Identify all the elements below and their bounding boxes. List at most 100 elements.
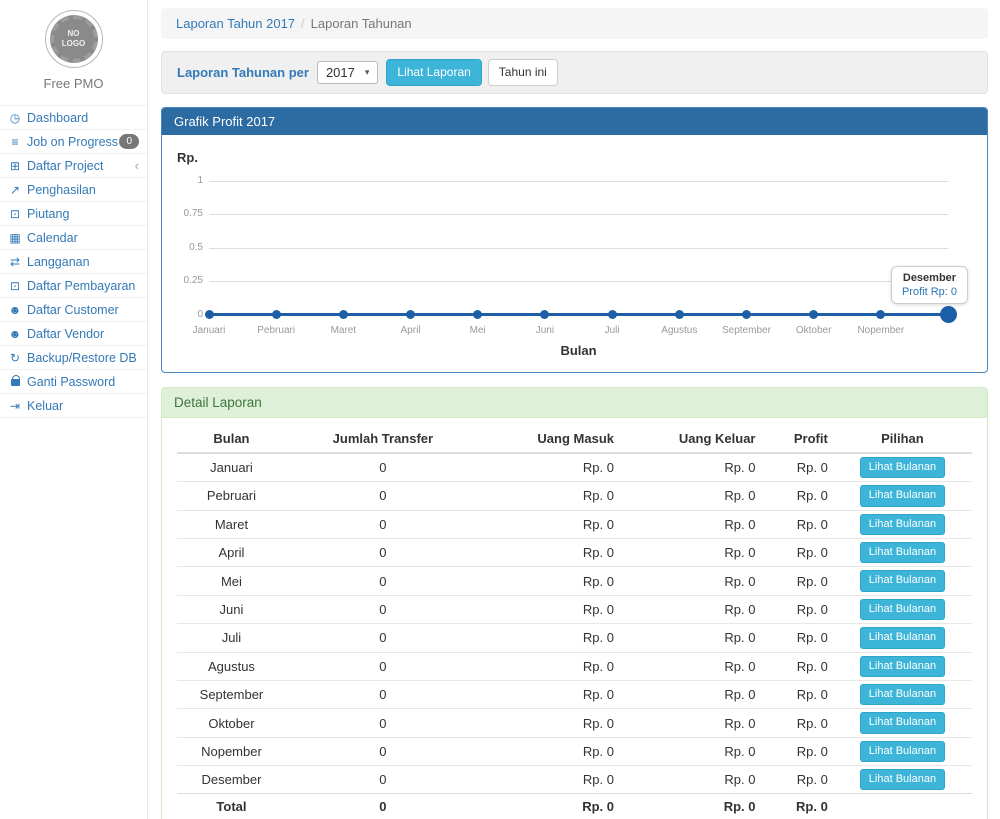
total-empty-cell (833, 794, 972, 819)
data-point-desember[interactable] (940, 306, 957, 323)
table-row-januari: Januari0Rp. 0Rp. 0Rp. 0Lihat Bulanan (177, 453, 972, 482)
sidebar-item-daftar-pembayaran[interactable]: ⊡Daftar Pembayaran (0, 274, 147, 298)
sign-out-icon: ⇥ (7, 399, 23, 413)
chart-tooltip-month: Desember (902, 272, 957, 284)
sidebar-item-label: Keluar (27, 399, 63, 413)
table-icon: ⊞ (7, 159, 23, 173)
sidebar-item-daftar-vendor[interactable]: ☻Daftar Vendor (0, 322, 147, 346)
sidebar-item-daftar-customer[interactable]: ☻Daftar Customer (0, 298, 147, 322)
view-month-button-pebruari[interactable]: Lihat Bulanan (860, 485, 945, 506)
data-point-oktober[interactable] (809, 310, 818, 319)
cell-in: Rp. 0 (480, 709, 619, 737)
data-point-mei[interactable] (473, 310, 482, 319)
view-month-button-nopember[interactable]: Lihat Bulanan (860, 741, 945, 762)
y-tick-label: 1 (177, 175, 203, 186)
table-row-juli: Juli0Rp. 0Rp. 0Rp. 0Lihat Bulanan (177, 624, 972, 652)
gridline (209, 248, 948, 249)
view-report-button[interactable]: Lihat Laporan (386, 59, 481, 86)
view-month-button-agustus[interactable]: Lihat Bulanan (860, 656, 945, 677)
view-month-button-juli[interactable]: Lihat Bulanan (860, 627, 945, 648)
view-month-button-juni[interactable]: Lihat Bulanan (860, 599, 945, 620)
data-point-januari[interactable] (205, 310, 214, 319)
report-table: Bulan Jumlah Transfer Uang Masuk Uang Ke… (177, 426, 972, 819)
data-point-nopember[interactable] (876, 310, 885, 319)
sidebar-item-penghasilan[interactable]: ↗Penghasilan (0, 178, 147, 202)
tasks-icon: ≡ (7, 135, 23, 149)
chart-tooltip: Desember Profit Rp: 0 (891, 266, 968, 304)
y-tick-label: 0.75 (177, 208, 203, 219)
sidebar-item-dashboard[interactable]: ◷Dashboard (0, 106, 147, 130)
data-point-agustus[interactable] (675, 310, 684, 319)
view-month-button-maret[interactable]: Lihat Bulanan (860, 514, 945, 535)
total-uang-masuk: Rp. 0 (480, 794, 619, 819)
cell-action: Lihat Bulanan (833, 624, 972, 652)
breadcrumb-separator: / (301, 16, 305, 31)
logo-text: NO LOGO (59, 29, 89, 49)
breadcrumb-link-laporan-tahun[interactable]: Laporan Tahun 2017 (176, 16, 295, 31)
cell-profit: Rp. 0 (761, 737, 833, 765)
sidebar-item-calendar[interactable]: ▦Calendar (0, 226, 147, 250)
cell-in: Rp. 0 (480, 766, 619, 794)
detail-report-body: Bulan Jumlah Transfer Uang Masuk Uang Ke… (162, 418, 987, 819)
sidebar-item-job-on-progress[interactable]: ≡Job on Progress0 (0, 130, 147, 154)
cell-action: Lihat Bulanan (833, 567, 972, 595)
cell-out: Rp. 0 (619, 766, 761, 794)
view-month-button-oktober[interactable]: Lihat Bulanan (860, 712, 945, 733)
table-row-nopember: Nopember0Rp. 0Rp. 0Rp. 0Lihat Bulanan (177, 737, 972, 765)
sidebar-item-daftar-project[interactable]: ⊞Daftar Project‹ (0, 154, 147, 178)
cell-in: Rp. 0 (480, 624, 619, 652)
cell-in: Rp. 0 (480, 595, 619, 623)
y-tick-label: 0 (177, 309, 203, 320)
cell-action: Lihat Bulanan (833, 652, 972, 680)
y-tick-label: 0.25 (177, 275, 203, 286)
view-month-button-mei[interactable]: Lihat Bulanan (860, 570, 945, 591)
sidebar-item-piutang[interactable]: ⊡Piutang (0, 202, 147, 226)
cell-transfers: 0 (286, 538, 480, 566)
cell-month: Nopember (177, 737, 286, 765)
calendar-icon: ▦ (7, 231, 23, 245)
year-select[interactable]: 2017 ▾ (317, 61, 378, 84)
cell-in: Rp. 0 (480, 737, 619, 765)
view-month-button-september[interactable]: Lihat Bulanan (860, 684, 945, 705)
sidebar: NO LOGO Free PMO ◷Dashboard≡Job on Progr… (0, 0, 148, 819)
gridline (209, 281, 948, 282)
sidebar-item-backup-restore-db[interactable]: ↻Backup/Restore DB (0, 346, 147, 370)
logo-block: NO LOGO Free PMO (0, 0, 147, 97)
cell-profit: Rp. 0 (761, 595, 833, 623)
sidebar-item-label: Backup/Restore DB (27, 351, 137, 365)
no-logo-badge-icon: NO LOGO (45, 10, 103, 68)
data-point-pebruari[interactable] (272, 310, 281, 319)
table-row-april: April0Rp. 0Rp. 0Rp. 0Lihat Bulanan (177, 538, 972, 566)
content: Laporan Tahun 2017/Laporan Tahunan Lapor… (148, 0, 1000, 819)
cell-out: Rp. 0 (619, 510, 761, 538)
profit-chart-title: Grafik Profit 2017 (162, 108, 987, 135)
view-month-button-april[interactable]: Lihat Bulanan (860, 542, 945, 563)
header-bulan: Bulan (177, 426, 286, 453)
cell-out: Rp. 0 (619, 709, 761, 737)
data-point-september[interactable] (742, 310, 751, 319)
data-point-april[interactable] (406, 310, 415, 319)
tachometer-icon: ◷ (7, 111, 23, 125)
sidebar-item-langganan[interactable]: ⇄Langganan (0, 250, 147, 274)
chart-tooltip-value: Profit Rp: 0 (902, 286, 957, 298)
gridline (209, 181, 948, 182)
cell-in: Rp. 0 (480, 680, 619, 708)
data-point-maret[interactable] (339, 310, 348, 319)
cell-action: Lihat Bulanan (833, 680, 972, 708)
view-month-button-januari[interactable]: Lihat Bulanan (860, 457, 945, 478)
sidebar-item-keluar[interactable]: ⇥ Keluar (0, 394, 147, 418)
cell-month: Juli (177, 624, 286, 652)
cell-transfers: 0 (286, 766, 480, 794)
cell-out: Rp. 0 (619, 595, 761, 623)
cell-month: April (177, 538, 286, 566)
cell-in: Rp. 0 (480, 482, 619, 510)
sidebar-item-label: Ganti Password (27, 375, 115, 389)
view-month-button-desember[interactable]: Lihat Bulanan (860, 769, 945, 790)
this-year-button[interactable]: Tahun ini (488, 59, 558, 86)
sidebar-item-ganti-password[interactable]: Ganti Password (0, 370, 147, 394)
cell-action: Lihat Bulanan (833, 482, 972, 510)
data-point-juli[interactable] (608, 310, 617, 319)
main-layout: NO LOGO Free PMO ◷Dashboard≡Job on Progr… (0, 0, 1000, 819)
data-point-juni[interactable] (540, 310, 549, 319)
cell-transfers: 0 (286, 680, 480, 708)
